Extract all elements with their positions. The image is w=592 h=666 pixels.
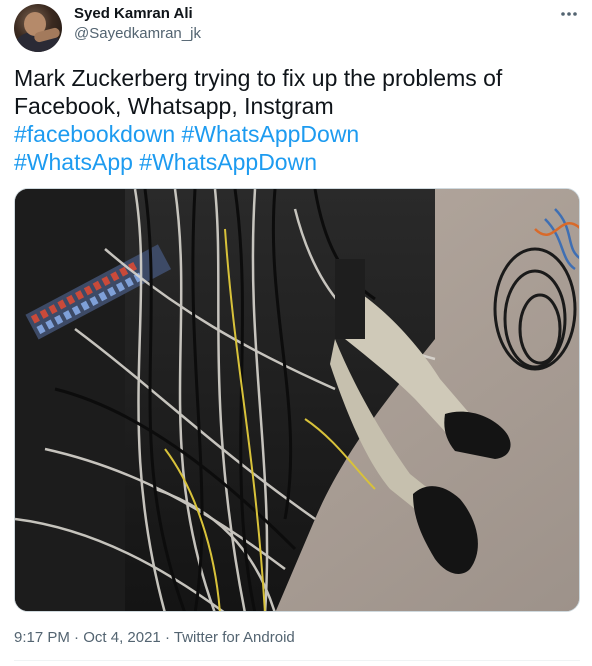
tweet-text-line: Mark Zuckerberg trying to fix up the pro…	[14, 65, 503, 91]
display-name[interactable]: Syed Kamran Ali	[74, 4, 193, 24]
avatar[interactable]	[14, 4, 62, 52]
more-horizontal-icon[interactable]	[558, 6, 580, 22]
separator: ·	[74, 629, 80, 646]
hashtag-link[interactable]: #facebookdown	[14, 121, 175, 147]
tweet: Syed Kamran Ali @Sayedkamran_jk Mark Zuc…	[0, 0, 592, 666]
tweet-metadata: 9:17 PM · Oct 4, 2021 · Twitter for Andr…	[14, 628, 295, 648]
hashtag-line: #facebookdown #WhatsAppDown	[14, 120, 580, 148]
tweet-text: Mark Zuckerberg trying to fix up the pro…	[14, 64, 580, 176]
hashtag-link[interactable]: #WhatsApp	[14, 149, 133, 175]
hashtag-link[interactable]: #WhatsAppDown	[182, 121, 360, 147]
divider	[14, 660, 580, 661]
user-handle[interactable]: @Sayedkamran_jk	[74, 24, 201, 44]
cable-mess-photo	[15, 189, 579, 611]
hashtag-line: #WhatsApp #WhatsAppDown	[14, 148, 580, 176]
tweet-photo[interactable]	[14, 188, 580, 612]
separator: ·	[164, 629, 170, 646]
tweet-source[interactable]: Twitter for Android	[174, 629, 295, 646]
hashtag-link[interactable]: #WhatsAppDown	[139, 149, 317, 175]
tweet-time[interactable]: 9:17 PM	[14, 629, 70, 646]
tweet-text-line: Facebook, Whatsapp, Instgram	[14, 93, 334, 119]
tweet-date[interactable]: Oct 4, 2021	[83, 629, 161, 646]
